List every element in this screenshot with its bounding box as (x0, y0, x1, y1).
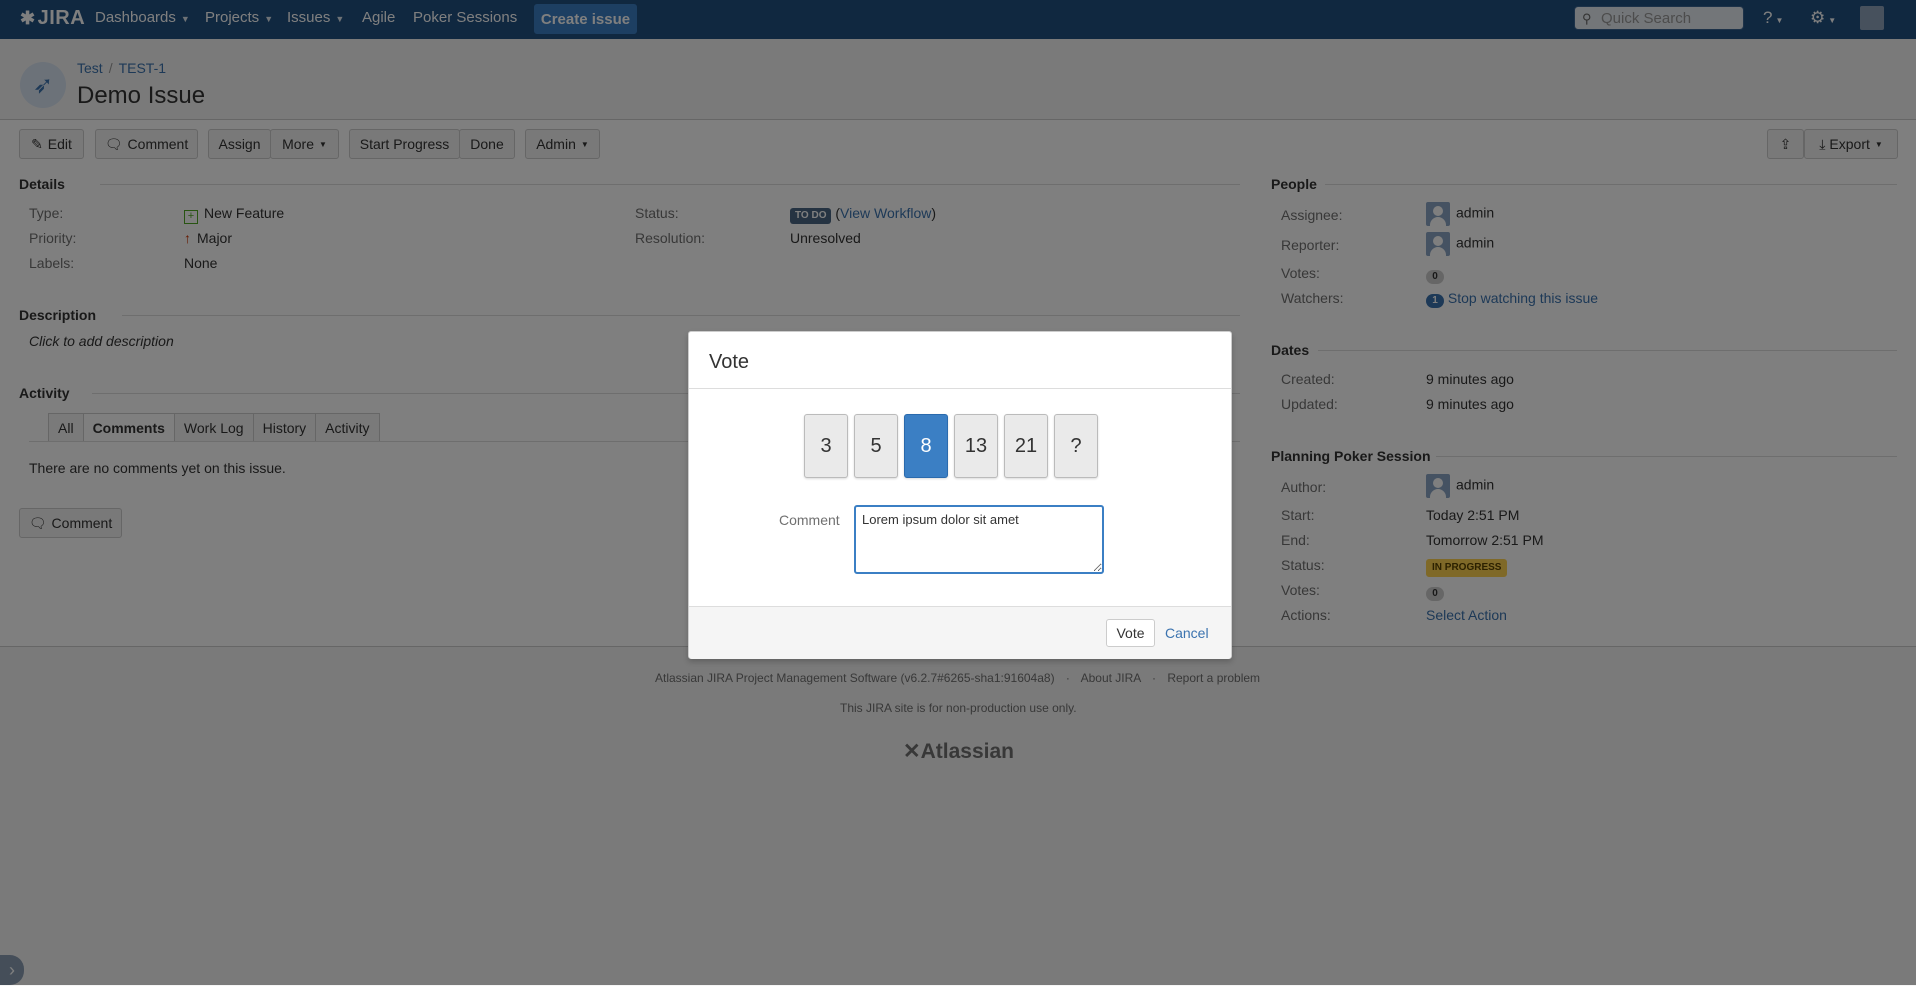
cancel-link[interactable]: Cancel (1165, 625, 1209, 641)
vote-dialog-footer: Vote Cancel (689, 606, 1231, 659)
vote-card-5[interactable]: 5 (854, 414, 898, 478)
comment-textarea[interactable]: Lorem ipsum dolor sit amet (854, 505, 1104, 574)
vote-button[interactable]: Vote (1106, 619, 1155, 647)
vote-card-unknown[interactable]: ? (1054, 414, 1098, 478)
comment-label: Comment (779, 512, 840, 528)
vote-card-8[interactable]: 8 (904, 414, 948, 478)
vote-card-3[interactable]: 3 (804, 414, 848, 478)
vote-dialog-title: Vote (709, 351, 750, 373)
vote-card-13[interactable]: 13 (954, 414, 998, 478)
vote-dialog: Vote 3 5 8 13 21 ? Comment Lorem ipsum d… (688, 331, 1232, 659)
divider (689, 388, 1231, 389)
vote-card-21[interactable]: 21 (1004, 414, 1048, 478)
